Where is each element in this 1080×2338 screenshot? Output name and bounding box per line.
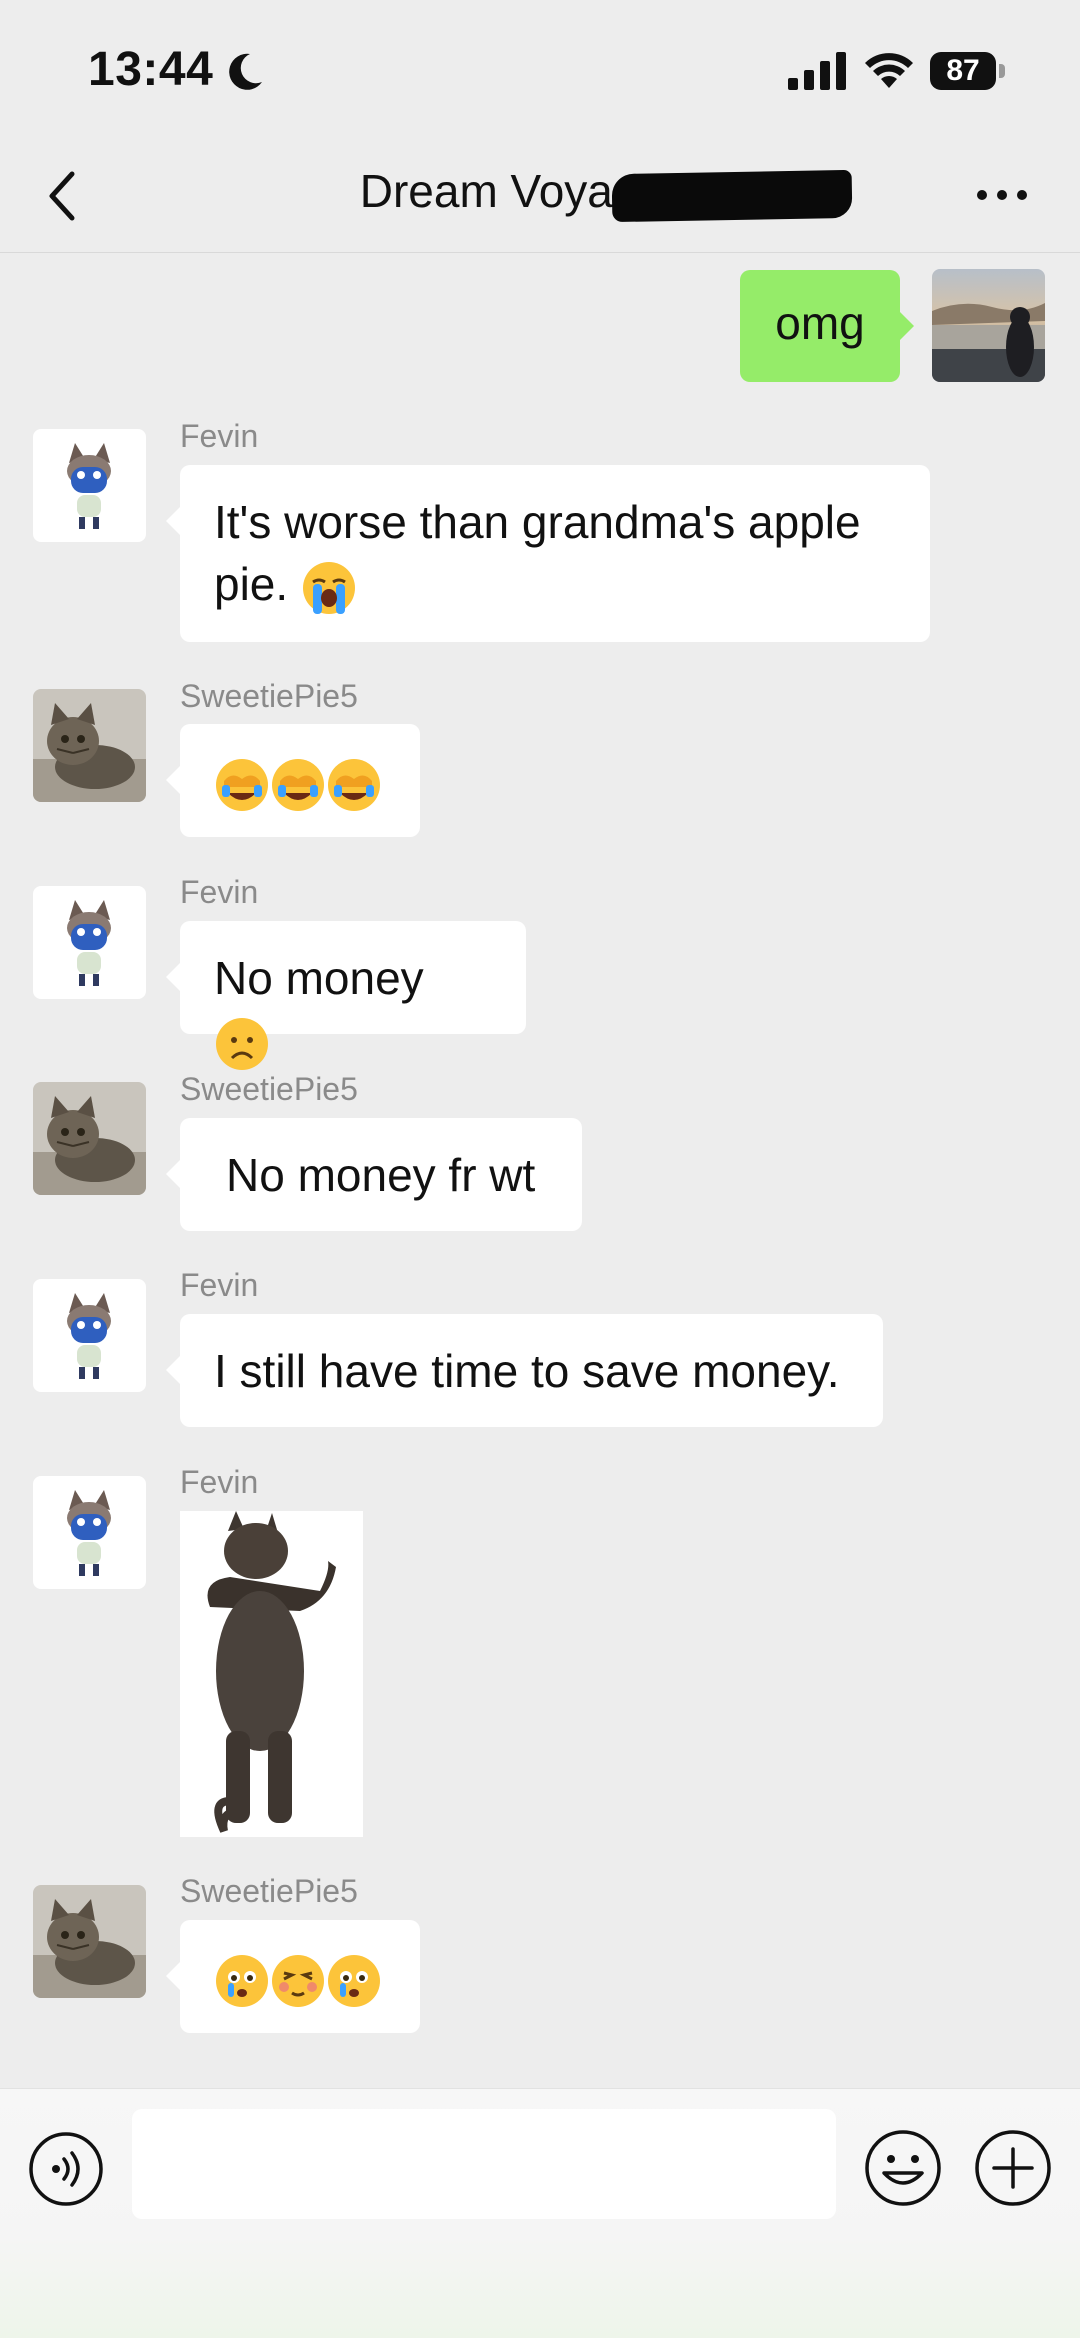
more-icon[interactable]: [972, 180, 1032, 210]
message-list[interactable]: omg Fevin It's worse than grandma's appl…: [0, 253, 1080, 2088]
pleased-blush-emoji: [272, 1954, 324, 2007]
avatar-image: [932, 269, 1045, 382]
cat-character-icon: [67, 900, 111, 986]
sender-name: SweetiePie5: [180, 1071, 358, 1107]
emoji-icon[interactable]: [864, 2129, 942, 2207]
message-input[interactable]: [132, 2109, 836, 2219]
sender-name: SweetiePie5: [180, 678, 358, 714]
message-text-cont: pie.: [214, 558, 289, 610]
tabby-cat-photo: [33, 1885, 146, 1998]
cat-character-icon: [67, 443, 111, 529]
chat-header: Dream Voyage(..): [0, 140, 1080, 253]
message-text: No money: [214, 952, 424, 1004]
status-time: 13:44: [88, 43, 214, 96]
dancing-cat-image: [207, 1511, 336, 1833]
message-text: I still have time to save money.: [214, 1345, 840, 1397]
tabby-cat-photo: [33, 1082, 146, 1195]
message-bubble[interactable]: No money: [166, 921, 526, 1070]
status-bar: 13:44 87: [0, 0, 1080, 140]
battery-cap: [999, 64, 1005, 78]
dancing-cat-sticker[interactable]: [180, 1511, 363, 1837]
battery-icon: 87: [930, 52, 1008, 90]
sender-name: SweetiePie5: [180, 1873, 358, 1909]
input-bar: [0, 2088, 1080, 2338]
facepalm-laugh-emoji: [272, 758, 324, 811]
redaction-mark: [611, 169, 853, 223]
message-text: It's worse than grandma's apple: [214, 496, 861, 548]
sender-name: Fevin: [180, 418, 259, 454]
chat-title[interactable]: Dream Voyage(..): [0, 164, 1080, 218]
battery-level: 87: [930, 52, 996, 90]
message-bubble[interactable]: No money fr wt: [166, 1118, 582, 1231]
avatar-sweetiepie5[interactable]: [33, 689, 146, 802]
teary-eyed-emoji: [328, 1954, 380, 2007]
emoji-message-bubble[interactable]: [166, 724, 420, 837]
facepalm-laugh-emoji: [216, 758, 268, 811]
loudly-crying-emoji: [302, 561, 355, 614]
message-text: omg: [775, 297, 865, 349]
plus-icon[interactable]: [974, 2129, 1052, 2207]
avatar-sweetiepie5[interactable]: [33, 1885, 146, 1998]
signal-icon: [788, 52, 846, 90]
cat-character-icon: [67, 1490, 111, 1576]
cat-character-icon: [67, 1293, 111, 1379]
avatar-fevin[interactable]: [33, 429, 146, 542]
frowning-face-emoji: [216, 1017, 268, 1070]
avatar-fevin[interactable]: [33, 886, 146, 999]
avatar-fevin[interactable]: [33, 1476, 146, 1589]
sender-name: Fevin: [180, 1464, 259, 1500]
voice-icon[interactable]: [28, 2131, 104, 2207]
wifi-icon: [865, 53, 913, 88]
message-bubble[interactable]: I still have time to save money.: [166, 1314, 883, 1427]
my-avatar[interactable]: [932, 269, 1045, 382]
moon-icon: [229, 53, 262, 90]
tabby-cat-photo: [33, 689, 146, 802]
message-text: No money fr wt: [226, 1149, 536, 1201]
my-message-bubble[interactable]: omg: [740, 270, 914, 382]
message-bubble[interactable]: It's worse than grandma's apple pie.: [166, 465, 930, 642]
avatar-fevin[interactable]: [33, 1279, 146, 1392]
sender-name: Fevin: [180, 1267, 259, 1303]
sender-name: Fevin: [180, 874, 259, 910]
emoji-message-bubble[interactable]: [166, 1920, 420, 2033]
teary-eyed-emoji: [216, 1954, 268, 2007]
avatar-sweetiepie5[interactable]: [33, 1082, 146, 1195]
facepalm-laugh-emoji: [328, 758, 380, 811]
